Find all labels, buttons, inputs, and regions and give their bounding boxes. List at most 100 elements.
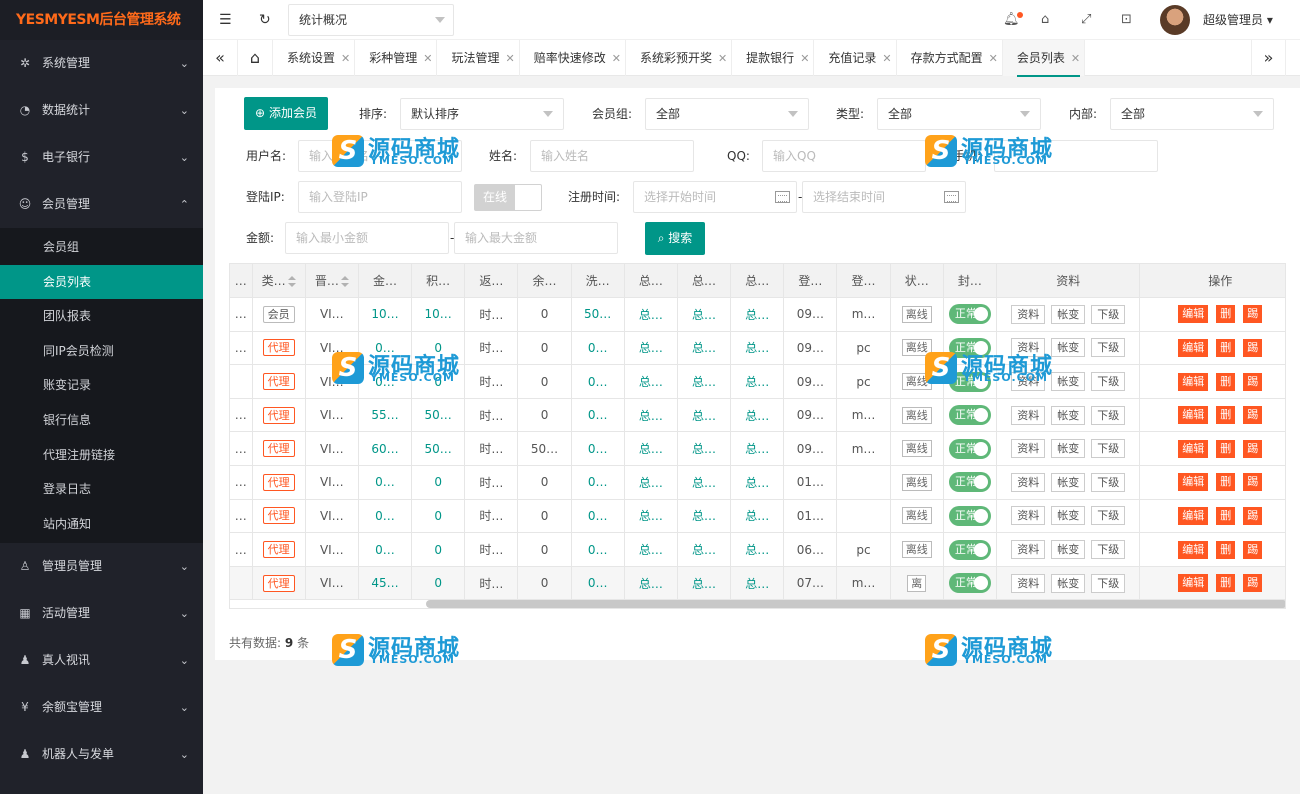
- info-button-2[interactable]: 下级: [1091, 472, 1126, 492]
- info-button-0[interactable]: 资料: [1011, 472, 1046, 492]
- info-button-2[interactable]: 下级: [1091, 338, 1126, 358]
- tab-0[interactable]: 系统设置 ✕: [273, 40, 356, 76]
- ban-toggle[interactable]: 正常: [948, 472, 991, 493]
- info-button-0[interactable]: 资料: [1011, 439, 1046, 459]
- close-icon[interactable]: ✕: [423, 52, 432, 65]
- action-button-2[interactable]: 踢: [1243, 372, 1263, 391]
- ban-toggle[interactable]: 正常: [948, 304, 991, 325]
- action-button-2[interactable]: 踢: [1243, 574, 1263, 593]
- user-menu[interactable]: 超级管理员 ▾: [1203, 0, 1273, 40]
- close-icon[interactable]: ✕: [989, 52, 998, 65]
- info-button-2[interactable]: 下级: [1091, 439, 1126, 459]
- sidebar-item-4[interactable]: 账变记录: [0, 368, 203, 403]
- column-header-6[interactable]: 余…: [517, 264, 572, 299]
- bell-icon[interactable]: 🔔︎: [1003, 0, 1020, 40]
- start-date-input[interactable]: 选择开始时间: [633, 181, 797, 213]
- action-button-0[interactable]: 编辑: [1178, 406, 1209, 425]
- info-button-1[interactable]: 帐变: [1051, 405, 1086, 425]
- action-button-1[interactable]: 删: [1216, 338, 1236, 357]
- ban-toggle[interactable]: 正常: [948, 371, 991, 392]
- sort-select[interactable]: 默认排序: [400, 98, 564, 130]
- info-button-1[interactable]: 帐变: [1051, 304, 1086, 324]
- action-button-2[interactable]: 踢: [1243, 439, 1263, 458]
- column-header-11[interactable]: 登…: [783, 264, 838, 299]
- close-icon[interactable]: ✕: [800, 52, 809, 65]
- sidebar-item-2[interactable]: 团队报表: [0, 299, 203, 334]
- column-header-3[interactable]: 金…: [358, 264, 413, 299]
- column-header-14[interactable]: 封…: [943, 264, 997, 299]
- info-button-2[interactable]: 下级: [1091, 372, 1126, 392]
- close-icon[interactable]: ✕: [341, 52, 350, 65]
- column-header-4[interactable]: 积…: [411, 264, 466, 299]
- action-button-1[interactable]: 删: [1216, 406, 1236, 425]
- info-button-2[interactable]: 下级: [1091, 506, 1126, 526]
- ban-toggle[interactable]: 正常: [948, 505, 991, 526]
- avatar[interactable]: [1160, 5, 1190, 35]
- close-icon[interactable]: ✕: [505, 52, 514, 65]
- search-button[interactable]: ⌕ 搜索: [645, 222, 705, 255]
- nav-select[interactable]: 统计概况: [288, 4, 454, 36]
- info-button-1[interactable]: 帐变: [1051, 338, 1086, 358]
- username-input[interactable]: 输入用户名: [298, 140, 462, 172]
- name-input[interactable]: 输入姓名: [530, 140, 694, 172]
- sidebar-item-3[interactable]: 同IP会员检测: [0, 334, 203, 369]
- refresh-icon[interactable]: ↻: [259, 0, 271, 40]
- sort-icon[interactable]: [340, 275, 349, 288]
- action-button-1[interactable]: 删: [1216, 506, 1236, 525]
- action-button-0[interactable]: 编辑: [1178, 372, 1209, 391]
- column-header-1[interactable]: 类…: [252, 264, 306, 299]
- action-button-0[interactable]: 编辑: [1178, 506, 1209, 525]
- action-button-1[interactable]: 删: [1216, 305, 1236, 324]
- action-button-1[interactable]: 删: [1216, 439, 1236, 458]
- action-button-1[interactable]: 删: [1216, 540, 1236, 559]
- column-header-0[interactable]: …: [230, 264, 253, 299]
- action-button-0[interactable]: 编辑: [1178, 439, 1209, 458]
- info-button-2[interactable]: 下级: [1091, 304, 1126, 324]
- info-button-0[interactable]: 资料: [1011, 338, 1046, 358]
- info-button-2[interactable]: 下级: [1091, 405, 1126, 425]
- tab-4[interactable]: 系统彩预开奖 ✕: [626, 40, 733, 76]
- action-button-2[interactable]: 踢: [1243, 305, 1263, 324]
- end-date-input[interactable]: 选择结束时间: [802, 181, 966, 213]
- menu-toggle-icon[interactable]: ☰: [219, 0, 232, 40]
- sidebar-group-1[interactable]: ◔ 数据统计 ⌄: [0, 87, 203, 134]
- lock-icon[interactable]: ⊡: [1121, 0, 1132, 40]
- sidebar-group-6[interactable]: ♟ 真人视讯 ⌄: [0, 637, 203, 684]
- tabs-next-icon[interactable]: »: [1251, 40, 1286, 76]
- info-button-1[interactable]: 帐变: [1051, 573, 1086, 593]
- ban-toggle[interactable]: 正常: [948, 438, 991, 459]
- action-button-2[interactable]: 踢: [1243, 406, 1263, 425]
- sidebar-group-7[interactable]: ¥ 余额宝管理 ⌄: [0, 684, 203, 731]
- info-button-1[interactable]: 帐变: [1051, 372, 1086, 392]
- ip-input[interactable]: 输入登陆IP: [298, 181, 462, 213]
- sidebar-group-0[interactable]: ✲ 系统管理 ⌄: [0, 40, 203, 87]
- action-button-2[interactable]: 踢: [1243, 506, 1263, 525]
- action-button-0[interactable]: 编辑: [1178, 540, 1209, 559]
- column-header-5[interactable]: 返…: [464, 264, 519, 299]
- tab-2[interactable]: 玩法管理 ✕: [437, 40, 520, 76]
- info-button-0[interactable]: 资料: [1011, 506, 1046, 526]
- ban-toggle[interactable]: 正常: [948, 337, 991, 358]
- column-header-13[interactable]: 状…: [890, 264, 944, 299]
- info-button-0[interactable]: 资料: [1011, 372, 1046, 392]
- sidebar-item-7[interactable]: 登录日志: [0, 472, 203, 507]
- action-button-2[interactable]: 踢: [1243, 473, 1263, 492]
- tab-6[interactable]: 充值记录 ✕: [814, 40, 897, 76]
- min-amount-input[interactable]: 输入最小金额: [285, 222, 449, 254]
- home-icon[interactable]: ⌂: [238, 40, 273, 76]
- info-button-0[interactable]: 资料: [1011, 540, 1046, 560]
- info-button-2[interactable]: 下级: [1091, 540, 1126, 560]
- tab-5[interactable]: 提款银行 ✕: [732, 40, 815, 76]
- info-button-1[interactable]: 帐变: [1051, 439, 1086, 459]
- sidebar-group-5[interactable]: ▦ 活动管理 ⌄: [0, 590, 203, 637]
- column-header-9[interactable]: 总…: [677, 264, 732, 299]
- type-select[interactable]: 全部: [877, 98, 1041, 130]
- internal-select[interactable]: 全部: [1110, 98, 1274, 130]
- horizontal-scrollbar[interactable]: [426, 600, 1285, 608]
- sidebar-item-0[interactable]: 会员组: [0, 230, 203, 265]
- qq-input[interactable]: 输入QQ: [762, 140, 926, 172]
- tag-icon[interactable]: ⌂: [1041, 0, 1049, 40]
- column-header-7[interactable]: 洗…: [571, 264, 625, 299]
- column-header-12[interactable]: 登…: [836, 264, 891, 299]
- sort-icon[interactable]: [287, 275, 296, 288]
